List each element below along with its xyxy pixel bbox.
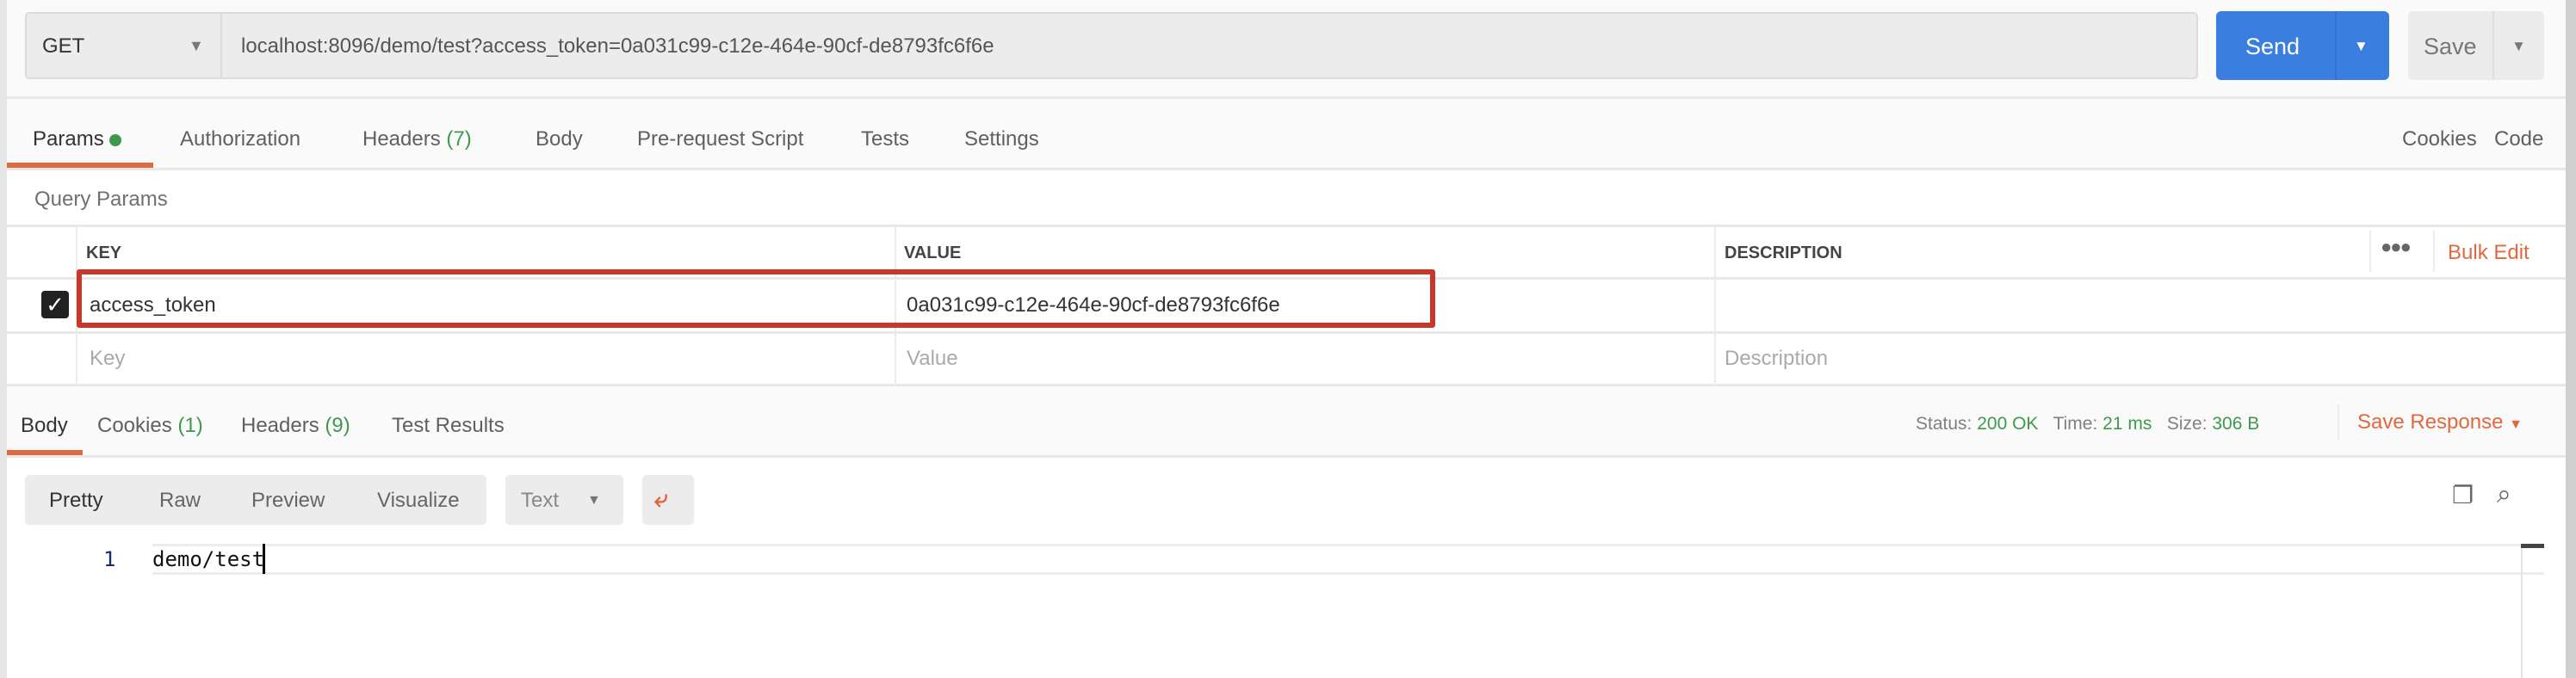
new-value-input[interactable]: Value	[907, 348, 958, 369]
code-line[interactable]: demo/test	[152, 549, 264, 570]
cookies-tab-label: Cookies	[97, 414, 172, 437]
save-response-button[interactable]: Save Response ▼	[2357, 412, 2523, 433]
tab-pre-request-script[interactable]: Pre-request Script	[637, 129, 803, 150]
column-divider	[2433, 231, 2435, 272]
size-value: 306 B	[2212, 414, 2260, 434]
request-tabs: Params Authorization Headers (7) Body Pr…	[0, 98, 2566, 169]
tab-tests[interactable]: Tests	[861, 129, 909, 150]
table-border	[7, 384, 2566, 386]
copy-icon[interactable]: ❐	[2452, 484, 2474, 508]
active-line	[152, 544, 2544, 575]
cookies-count: (1)	[177, 414, 203, 437]
bulk-edit-link[interactable]: Bulk Edit	[2448, 243, 2530, 263]
new-key-input[interactable]: Key	[90, 348, 125, 369]
highlight-box	[77, 269, 1435, 328]
headers-count: (7)	[446, 127, 472, 151]
line-number: 1	[103, 547, 116, 571]
meta-divider	[2338, 404, 2339, 441]
view-mode-preview[interactable]: Preview	[251, 490, 325, 511]
headers-tab-label: Headers	[241, 414, 319, 437]
response-tab-cookies[interactable]: Cookies (1)	[97, 416, 203, 436]
text-cursor	[263, 544, 265, 574]
response-tab-test-results[interactable]: Test Results	[392, 416, 505, 436]
query-params-title: Query Params	[34, 188, 168, 211]
search-icon[interactable]: ⌕	[2497, 482, 2511, 508]
format-select[interactable]: Text ▼	[505, 475, 623, 525]
chevron-down-icon: ▼	[587, 493, 601, 508]
status-value: 200 OK	[1977, 414, 2039, 434]
tab-params-label: Params	[33, 127, 104, 151]
status-label: Status:	[1916, 414, 1972, 434]
column-header-value: VALUE	[904, 243, 962, 262]
checkmark-icon: ✓	[46, 292, 65, 317]
time-label: Time:	[2053, 414, 2098, 434]
tab-headers-label: Headers	[362, 127, 441, 151]
save-label: Save	[2424, 34, 2477, 59]
view-mode-raw[interactable]: Raw	[159, 490, 201, 511]
code-link[interactable]: Code	[2494, 129, 2543, 150]
tab-body[interactable]: Body	[536, 129, 583, 150]
save-response-label: Save Response	[2357, 410, 2504, 434]
param-checkbox[interactable]: ✓	[41, 291, 69, 318]
response-headers-count: (9)	[325, 414, 350, 437]
cookies-link[interactable]: Cookies	[2402, 129, 2477, 150]
send-divider	[2335, 11, 2337, 80]
response-tab-headers[interactable]: Headers (9)	[241, 416, 350, 436]
save-options-chevron-icon[interactable]: ▼	[2511, 39, 2526, 53]
time-value: 21 ms	[2102, 414, 2152, 434]
wrap-lines-button[interactable]: ⤶	[642, 475, 694, 525]
chevron-down-icon: ▼	[2509, 417, 2523, 432]
column-divider	[1714, 225, 1716, 385]
green-dot-icon	[109, 133, 122, 146]
column-header-key: KEY	[86, 243, 122, 262]
view-mode-group: Pretty Raw Preview Visualize	[25, 475, 486, 525]
editor-scrollbar[interactable]	[2521, 544, 2523, 678]
method-label: GET	[42, 34, 85, 58]
column-divider	[2369, 231, 2371, 272]
chevron-down-icon: ▼	[189, 37, 204, 54]
window-scrollbar[interactable]	[2566, 0, 2576, 678]
more-options-icon[interactable]: ●●●	[2381, 237, 2412, 256]
response-tab-body[interactable]: Body	[21, 416, 68, 436]
tab-params[interactable]: Params	[33, 127, 122, 151]
new-description-input[interactable]: Description	[1725, 348, 1828, 369]
scrollbar-thumb[interactable]	[2521, 544, 2544, 548]
response-meta: Status: 200 OK Time: 21 ms Size: 306 B	[1916, 415, 2259, 433]
method-select[interactable]: GET ▼	[25, 12, 222, 79]
size-label: Size:	[2166, 414, 2208, 434]
tab-authorization[interactable]: Authorization	[180, 129, 300, 150]
save-divider	[2492, 11, 2494, 80]
save-button[interactable]: Save ▼	[2408, 11, 2544, 80]
tab-headers[interactable]: Headers (7)	[362, 129, 472, 150]
view-mode-visualize[interactable]: Visualize	[377, 490, 460, 511]
send-options-chevron-icon[interactable]: ▼	[2354, 39, 2369, 53]
table-border	[7, 225, 2566, 227]
send-label: Send	[2245, 34, 2300, 59]
format-label: Text	[521, 489, 560, 512]
table-border	[7, 331, 2566, 334]
view-mode-pretty[interactable]: Pretty	[49, 490, 103, 511]
tab-settings[interactable]: Settings	[964, 129, 1039, 150]
column-header-description: DESCRIPTION	[1725, 243, 1842, 262]
wrap-lines-icon: ⤶	[654, 485, 668, 512]
send-button[interactable]: Send ▼	[2216, 11, 2389, 80]
url-input[interactable]: localhost:8096/demo/test?access_token=0a…	[241, 36, 994, 57]
